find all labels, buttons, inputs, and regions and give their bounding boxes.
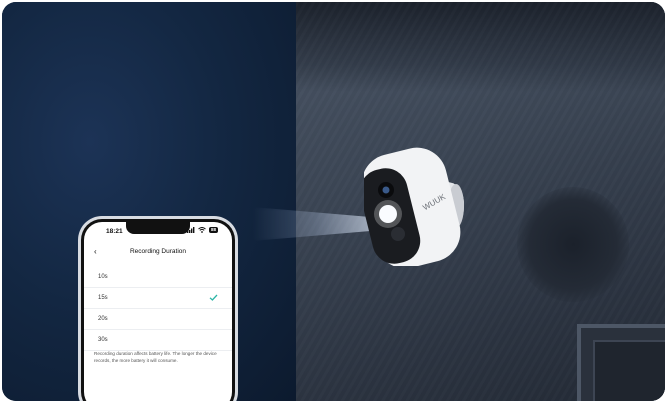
duration-option-20s[interactable]: 20s	[84, 309, 232, 330]
status-time: 18:21	[106, 228, 123, 235]
duration-option-30s[interactable]: 30s	[84, 330, 232, 351]
window-frame	[577, 324, 665, 401]
option-label: 15s	[98, 295, 108, 301]
hero-banner: WUUK 18:21 88 ‹ Recording Duration 10s 1…	[2, 2, 665, 401]
camera-shadow	[517, 187, 629, 302]
checkmark-icon	[209, 294, 218, 301]
duration-options-list: 10s 15s 20s 30s	[84, 267, 232, 351]
duration-option-10s[interactable]: 10s	[84, 267, 232, 288]
screen-title: Recording Duration	[129, 248, 186, 255]
battery-icon: 88	[208, 227, 218, 233]
screen-header: ‹ Recording Duration	[84, 246, 232, 260]
phone-mockup: 18:21 88 ‹ Recording Duration 10s 15s 20…	[78, 216, 238, 401]
option-label: 30s	[98, 337, 108, 343]
status-bar: 18:21 88	[84, 226, 232, 238]
phone-screen: 18:21 88 ‹ Recording Duration 10s 15s 20…	[84, 222, 232, 401]
option-label: 10s	[98, 274, 108, 280]
cellular-signal-icon	[186, 227, 195, 233]
security-camera-image: WUUK	[364, 147, 464, 266]
wifi-icon	[198, 227, 206, 233]
battery-note: Recording duration affects battery life.…	[94, 351, 217, 363]
option-label: 20s	[98, 316, 108, 322]
duration-option-15s[interactable]: 15s	[84, 288, 232, 309]
